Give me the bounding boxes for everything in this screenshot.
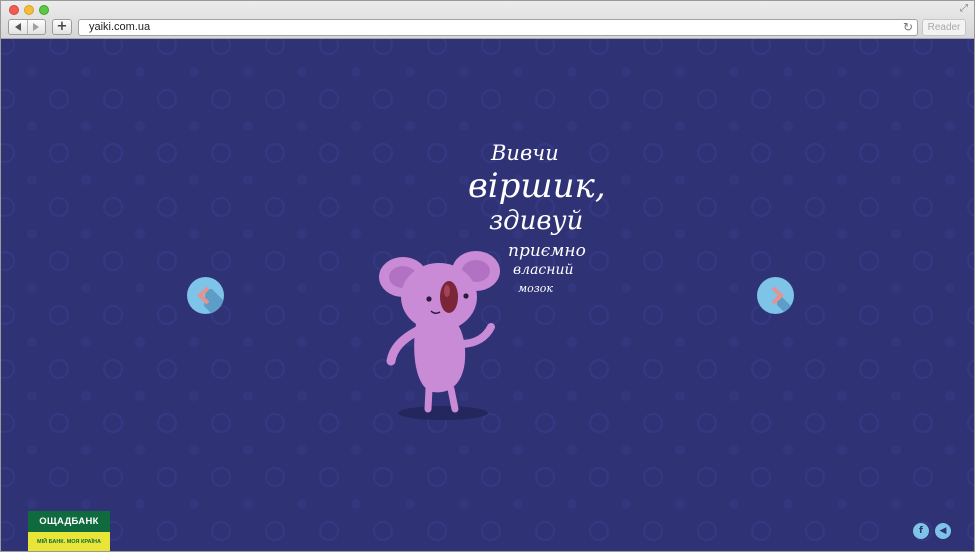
speaker-icon: ◀ [939,526,947,536]
back-arrow-icon [14,23,21,31]
back-forward-group [8,19,46,35]
fullscreen-icon[interactable]: ⤢ [960,4,970,14]
browser-window: ⤢ + yaiki.com.ua ↻ Reader Вивчи віршик, … [0,0,975,552]
close-window-button[interactable] [9,5,19,15]
chevron-left-icon [197,286,224,314]
forward-button[interactable] [28,20,46,34]
previous-slide-button[interactable] [187,277,224,314]
url-text: yaiki.com.ua [89,21,151,33]
headline-line-5: власний [513,262,574,278]
back-button[interactable] [9,20,28,34]
facebook-icon: f [919,526,923,536]
headline-line-2: віршик, [468,166,606,206]
headline-line-6: мозок [518,282,553,295]
oschadbank-logo[interactable]: ОЩАДБАНК МІЙ БАНК. МОЯ КРАЇНА [28,511,110,551]
next-slide-button[interactable] [757,277,794,314]
address-bar[interactable]: yaiki.com.ua ↻ [78,19,918,36]
headline-line-4: приємно [508,241,586,261]
headline-line-3: здивуй [489,206,584,236]
sound-toggle-button[interactable]: ◀ [935,523,951,539]
reload-icon[interactable]: ↻ [903,20,913,35]
reader-button[interactable]: Reader [922,19,966,36]
headline-line-1: Вивчи [491,141,559,165]
browser-toolbar: ⤢ + yaiki.com.ua ↻ Reader [1,1,974,39]
facebook-share-button[interactable]: f [913,523,929,539]
page-content: Вивчи віршик, здивуй приємно власний моз… [1,39,974,551]
minimize-window-button[interactable] [24,5,34,15]
bank-name: ОЩАДБАНК [28,511,110,532]
zoom-window-button[interactable] [39,5,49,15]
forward-arrow-icon [33,23,40,31]
koala-mascot [379,251,500,420]
add-bookmark-button[interactable]: + [52,19,72,35]
chevron-right-icon [771,286,794,314]
bank-slogan: МІЙ БАНК. МОЯ КРАЇНА [28,532,110,551]
